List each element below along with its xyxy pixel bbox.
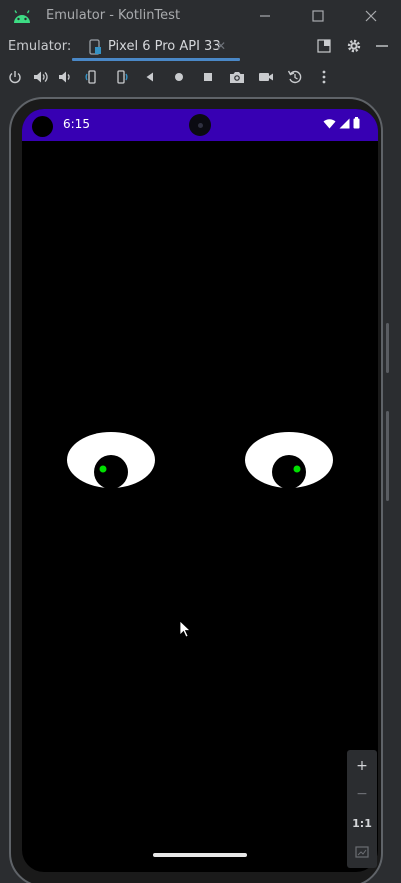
status-bar: 6:15 xyxy=(22,109,378,141)
power-key xyxy=(386,411,389,501)
home-icon[interactable] xyxy=(169,67,189,87)
zoom-out-button[interactable]: − xyxy=(347,780,377,808)
device-display-area: 6:15 xyxy=(0,93,401,883)
wifi-icon xyxy=(323,118,336,132)
hide-panel-icon[interactable] xyxy=(372,36,392,56)
back-icon[interactable] xyxy=(140,67,160,87)
eyes-canvas xyxy=(67,432,333,489)
layout-toggle-icon[interactable] xyxy=(314,36,334,56)
close-button[interactable] xyxy=(359,4,383,28)
emulator-window: Emulator - KotlinTest Emulator: Pixel 6 … xyxy=(0,0,401,883)
zoom-in-button[interactable]: + xyxy=(347,752,377,780)
zoom-actual-size-button[interactable]: 1:1 xyxy=(347,809,377,837)
left-eye-pupil xyxy=(94,455,128,489)
power-icon[interactable] xyxy=(5,67,25,87)
left-eye-highlight xyxy=(99,465,107,473)
emulator-label: Emulator: xyxy=(8,39,72,54)
gesture-nav-handle[interactable] xyxy=(153,853,247,857)
volume-down-icon[interactable] xyxy=(55,67,75,87)
left-eye xyxy=(67,432,155,489)
more-options-icon[interactable] xyxy=(314,67,334,87)
phone-screen[interactable]: 6:15 xyxy=(22,109,378,872)
overview-icon[interactable] xyxy=(198,67,218,87)
tab-pixel-6-pro[interactable]: Pixel 6 Pro API 33 ✕ xyxy=(72,32,240,61)
tab-label: Pixel 6 Pro API 33 xyxy=(108,39,221,54)
front-camera-icon xyxy=(189,114,211,136)
cell-signal-icon xyxy=(339,118,350,132)
title-bar: Emulator - KotlinTest xyxy=(0,0,401,32)
phone-device-icon xyxy=(88,39,102,59)
battery-icon xyxy=(353,117,360,132)
window-title: Emulator - KotlinTest xyxy=(46,8,181,23)
tab-close-icon[interactable]: ✕ xyxy=(216,40,226,52)
phone-frame: 6:15 xyxy=(9,97,383,883)
status-icons xyxy=(323,117,360,132)
device-tab-bar: Emulator: Pixel 6 Pro API 33 ✕ xyxy=(0,32,401,61)
android-logo-icon xyxy=(12,7,32,25)
volume-rocker xyxy=(386,323,389,373)
right-eye-highlight xyxy=(293,465,301,473)
maximize-button[interactable] xyxy=(306,4,330,28)
status-notification-dot xyxy=(32,116,53,137)
right-eye xyxy=(245,432,333,489)
screenshot-camera-icon[interactable] xyxy=(227,67,247,87)
snapshot-restore-icon[interactable] xyxy=(285,67,305,87)
mouse-pointer-icon xyxy=(179,620,192,642)
right-eye-pupil xyxy=(272,455,306,489)
zoom-controls: + − 1:1 xyxy=(347,750,377,868)
emulator-toolbar xyxy=(0,61,401,93)
settings-gear-icon[interactable] xyxy=(344,36,364,56)
rotate-right-icon[interactable] xyxy=(111,67,131,87)
screen-record-icon[interactable] xyxy=(256,67,276,87)
rotate-left-icon[interactable] xyxy=(82,67,102,87)
zoom-fit-icon[interactable] xyxy=(347,838,377,866)
minimize-button[interactable] xyxy=(253,4,277,28)
status-time: 6:15 xyxy=(63,117,90,131)
volume-up-icon[interactable] xyxy=(31,67,51,87)
